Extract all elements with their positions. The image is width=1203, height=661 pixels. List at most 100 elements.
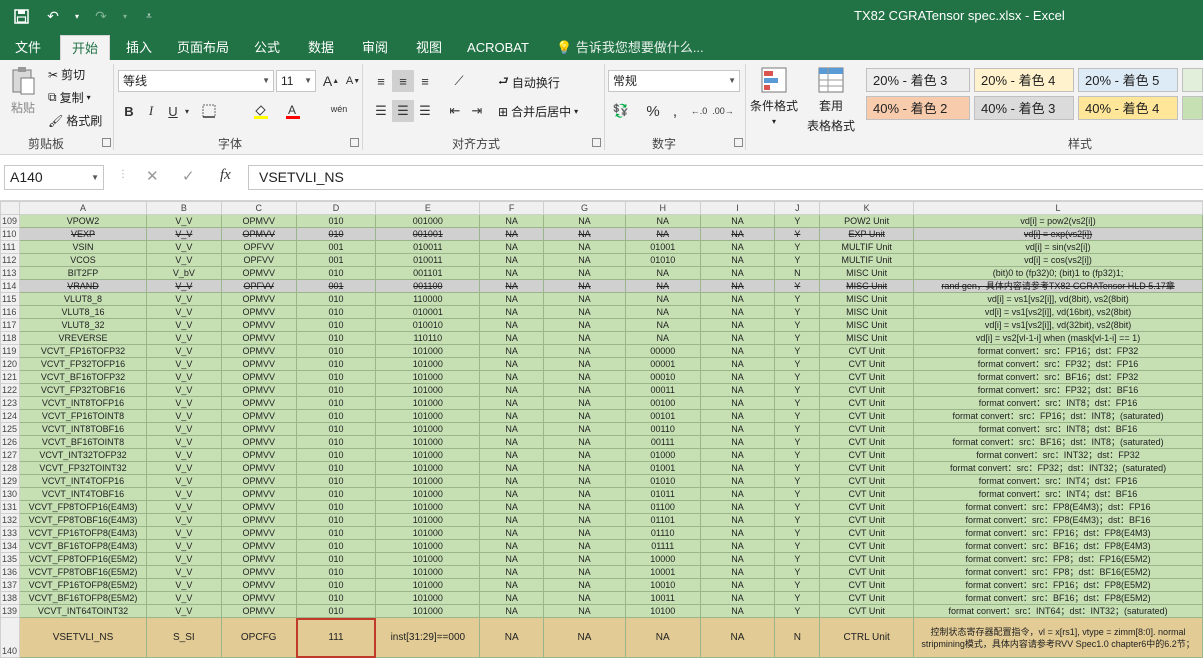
cell-a121[interactable]: VCVT_BF16TOFP32 <box>19 370 147 384</box>
cell-b125[interactable]: V_V <box>145 422 222 436</box>
cell-g129[interactable]: NA <box>543 474 626 488</box>
cell-j112[interactable]: Y <box>774 253 821 267</box>
cell-c111[interactable]: OPFVV <box>220 240 297 254</box>
cell-d113[interactable]: 010 <box>295 266 377 280</box>
align-left-icon[interactable]: ☰ <box>370 100 392 122</box>
cell-c112[interactable]: OPFVV <box>220 253 297 267</box>
cell-k124[interactable]: CVT Unit <box>819 409 915 423</box>
cell-c122[interactable]: OPMVV <box>220 383 297 397</box>
cell-e139[interactable]: 101000 <box>375 604 481 618</box>
cell-i124[interactable]: NA <box>699 409 776 423</box>
cell-d140[interactable]: 111 <box>295 617 377 658</box>
cell-f121[interactable]: NA <box>479 370 545 384</box>
cell-k126[interactable]: CVT Unit <box>819 435 915 449</box>
cell-f113[interactable]: NA <box>479 266 545 280</box>
cell-a136[interactable]: VCVT_FP8TOBF16(E5M2) <box>19 565 147 579</box>
cell-a137[interactable]: VCVT_FP16TOFP8(E5M2) <box>19 578 147 592</box>
cell-l138[interactable]: format convert：src：BF16；dst：FP8(E5M2) <box>913 591 1203 605</box>
cell-f110[interactable]: NA <box>479 227 545 241</box>
cell-a122[interactable]: VCVT_FP32TOBF16 <box>19 383 147 397</box>
cell-a139[interactable]: VCVT_INT64TOINT32 <box>19 604 147 618</box>
fill-color-icon[interactable] <box>250 100 272 122</box>
cell-l127[interactable]: format convert：src：INT32；dst：FP32 <box>913 448 1203 462</box>
cut-button[interactable]: ✂ 剪切 <box>48 66 85 83</box>
cell-e134[interactable]: 101000 <box>375 539 481 553</box>
cell-j123[interactable]: Y <box>774 396 821 410</box>
row-header[interactable]: 131 <box>0 500 21 514</box>
row-header[interactable]: 123 <box>0 396 21 410</box>
cell-f135[interactable]: NA <box>479 552 545 566</box>
tab-insert[interactable]: 插入 <box>116 35 162 60</box>
cell-b110[interactable]: V_V <box>145 227 222 241</box>
cell-l111[interactable]: vd[i] = sin(vs2[i]) <box>913 240 1203 254</box>
cell-j136[interactable]: Y <box>774 565 821 579</box>
cell-b115[interactable]: V_V <box>145 292 222 306</box>
cell-j126[interactable]: Y <box>774 435 821 449</box>
cell-a117[interactable]: VLUT8_32 <box>19 318 147 332</box>
cell-l113[interactable]: (bit)0 to (fp32)0; (bit)1 to (fp32)1; <box>913 266 1203 280</box>
cell-l128[interactable]: format convert：src：FP32；dst：INT32；(satur… <box>913 461 1203 475</box>
cell-c133[interactable]: OPMVV <box>220 526 297 540</box>
cell-e133[interactable]: 101000 <box>375 526 481 540</box>
cell-b117[interactable]: V_V <box>145 318 222 332</box>
cell-k120[interactable]: CVT Unit <box>819 357 915 371</box>
cell-l134[interactable]: format convert：src：BF16；dst：FP8(E4M3) <box>913 539 1203 553</box>
cell-a130[interactable]: VCVT_INT4TOBF16 <box>19 487 147 501</box>
cell-d109[interactable]: 010 <box>295 214 377 228</box>
cell-k116[interactable]: MISC Unit <box>819 305 915 319</box>
cell-d126[interactable]: 010 <box>295 435 377 449</box>
cell-c117[interactable]: OPMVV <box>220 318 297 332</box>
percent-button[interactable]: % <box>642 100 664 122</box>
row-header[interactable]: 130 <box>0 487 21 501</box>
cell-b138[interactable]: V_V <box>145 591 222 605</box>
cell-l109[interactable]: vd[i] = pow2(vs2[i]) <box>913 214 1203 228</box>
cell-f133[interactable]: NA <box>479 526 545 540</box>
cell-b109[interactable]: V_V <box>145 214 222 228</box>
cell-i128[interactable]: NA <box>699 461 776 475</box>
cell-g117[interactable]: NA <box>543 318 626 332</box>
cell-j131[interactable]: Y <box>774 500 821 514</box>
cell-b112[interactable]: V_V <box>145 253 222 267</box>
cell-g113[interactable]: NA <box>543 266 626 280</box>
cell-j139[interactable]: Y <box>774 604 821 618</box>
format-as-table-button[interactable]: 套用 表格格式 <box>800 66 862 134</box>
increase-indent-icon[interactable]: ⇥ <box>466 100 488 122</box>
cell-c114[interactable]: OPFVV <box>220 279 297 293</box>
cell-b122[interactable]: V_V <box>145 383 222 397</box>
cell-c136[interactable]: OPMVV <box>220 565 297 579</box>
cell-e124[interactable]: 101000 <box>375 409 481 423</box>
cell-a128[interactable]: VCVT_FP32TOINT32 <box>19 461 147 475</box>
cell-j110[interactable]: Y <box>774 227 821 241</box>
row-header[interactable]: 124 <box>0 409 21 423</box>
tab-home[interactable]: 开始 <box>60 35 110 60</box>
cell-h138[interactable]: 10011 <box>624 591 701 605</box>
cell-i126[interactable]: NA <box>699 435 776 449</box>
row-header[interactable]: 127 <box>0 448 21 462</box>
cell-c118[interactable]: OPMVV <box>220 331 297 345</box>
column-header-g[interactable]: G <box>543 201 626 215</box>
cell-e131[interactable]: 101000 <box>375 500 481 514</box>
column-header-l[interactable]: L <box>913 201 1203 215</box>
cell-k130[interactable]: CVT Unit <box>819 487 915 501</box>
cell-g116[interactable]: NA <box>543 305 626 319</box>
number-launcher-icon[interactable] <box>734 138 743 147</box>
cell-e109[interactable]: 001000 <box>375 214 481 228</box>
cell-i109[interactable]: NA <box>699 214 776 228</box>
cell-c139[interactable]: OPMVV <box>220 604 297 618</box>
cell-d122[interactable]: 010 <box>295 383 377 397</box>
cell-f114[interactable]: NA <box>479 279 545 293</box>
cell-style-more[interactable] <box>1182 68 1203 92</box>
cell-h118[interactable]: NA <box>624 331 701 345</box>
comma-style-button[interactable]: , <box>664 100 686 122</box>
wrap-text-button[interactable]: ⮐ 自动换行 <box>498 72 560 93</box>
cell-k135[interactable]: CVT Unit <box>819 552 915 566</box>
cell-c134[interactable]: OPMVV <box>220 539 297 553</box>
font-size-dropdown[interactable]: 11 ▼ <box>276 70 316 92</box>
cell-b140[interactable]: S_SI <box>145 617 222 658</box>
cell-d131[interactable]: 010 <box>295 500 377 514</box>
cell-i112[interactable]: NA <box>699 253 776 267</box>
cell-b136[interactable]: V_V <box>145 565 222 579</box>
align-right-icon[interactable]: ☰ <box>414 100 436 122</box>
cell-a125[interactable]: VCVT_INT8TOBF16 <box>19 422 147 436</box>
cell-f115[interactable]: NA <box>479 292 545 306</box>
